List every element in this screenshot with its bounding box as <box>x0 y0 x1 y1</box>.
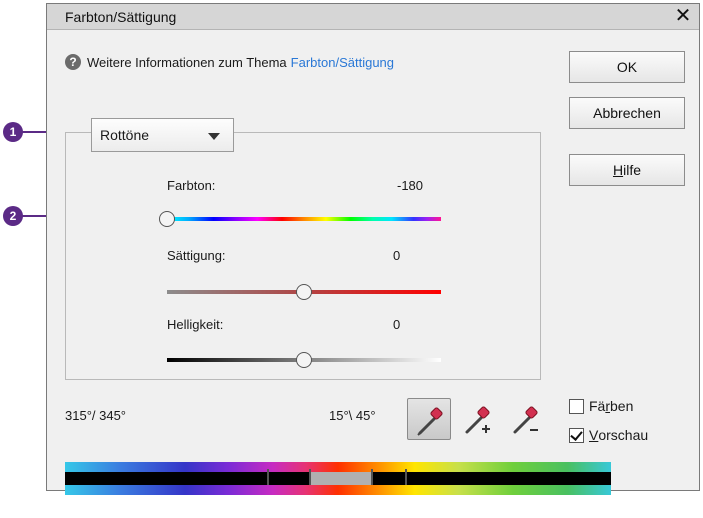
help-label-rest: ilfe <box>623 162 642 178</box>
lightness-slider-thumb[interactable] <box>296 352 312 368</box>
saturation-label: Sättigung: <box>167 248 226 263</box>
ok-button[interactable]: OK <box>569 51 685 83</box>
eyedropper-add-icon <box>465 406 490 434</box>
saturation-value: 0 <box>393 248 401 263</box>
eyedropper-add-button[interactable] <box>455 398 499 440</box>
info-row: ? Weitere Informationen zum Thema Farbto… <box>65 53 394 71</box>
help-button[interactable]: Hilfe <box>569 154 685 186</box>
lightness-value: 0 <box>393 317 401 332</box>
callout-badge-2: 2 <box>3 206 23 226</box>
colorize-label-pre: Fä <box>589 398 606 414</box>
eyedropper-subtract-icon <box>513 406 538 434</box>
eyedropper-icon <box>417 407 443 436</box>
title-bar: Farbton/Sättigung ✕ <box>47 4 699 30</box>
lightness-label: Helligkeit: <box>167 317 224 332</box>
channel-dropdown[interactable]: Rottöne <box>91 118 234 152</box>
dialog-title: Farbton/Sättigung <box>65 9 177 25</box>
source-color-bar <box>65 462 611 472</box>
preview-checkbox[interactable] <box>569 427 584 443</box>
chevron-down-icon <box>208 133 220 140</box>
hue-saturation-dialog: Farbton/Sättigung ✕ ? Weitere Informatio… <box>46 3 700 495</box>
callout-badge-1: 1 <box>3 122 23 142</box>
hue-value: -180 <box>397 178 424 193</box>
result-color-bar <box>65 485 611 495</box>
hue-label: Farbton: <box>167 178 216 193</box>
range-left-readout: 315°/ 345° <box>65 408 127 423</box>
preview-label-post: orschau <box>598 427 649 443</box>
eyedropper-button[interactable] <box>407 398 451 440</box>
preview-mnemonic: V <box>589 427 599 443</box>
info-text: Weitere Informationen zum Thema <box>87 54 287 70</box>
colorize-checkbox-row[interactable]: Fä r ben <box>569 398 633 414</box>
colorize-checkbox[interactable] <box>569 398 584 414</box>
help-mnemonic: H <box>612 162 624 178</box>
range-core[interactable] <box>309 472 373 485</box>
question-icon: ? <box>65 54 81 70</box>
info-link[interactable]: Farbton/Sättigung <box>291 55 394 70</box>
cancel-button[interactable]: Abbrechen <box>569 97 685 129</box>
close-icon[interactable]: ✕ <box>673 5 693 27</box>
colorize-label-post: ben <box>610 398 634 414</box>
preview-checkbox-row[interactable]: Vorschau <box>569 427 648 443</box>
hue-slider-thumb[interactable] <box>159 211 175 227</box>
range-right-readout: 15°\ 45° <box>329 408 376 423</box>
channel-dropdown-value: Rottöne <box>100 127 150 143</box>
eyedropper-subtract-button[interactable] <box>503 398 547 440</box>
hue-slider-track[interactable] <box>167 217 441 221</box>
saturation-slider-thumb[interactable] <box>296 284 312 300</box>
edit-panel <box>65 132 541 380</box>
